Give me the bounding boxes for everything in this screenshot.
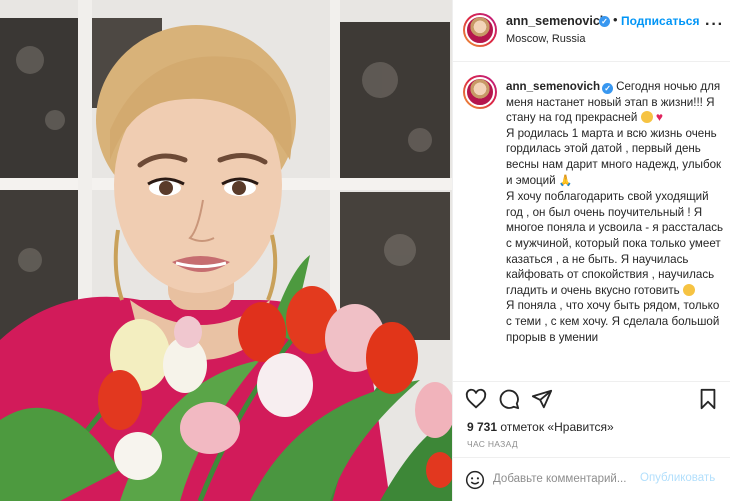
share-icon[interactable] — [531, 388, 553, 415]
post-location[interactable]: Moscow, Russia — [506, 33, 585, 45]
follow-button[interactable]: Подписаться — [621, 14, 699, 28]
likes-number: 9 731 — [467, 420, 498, 434]
bookmark-icon[interactable] — [698, 388, 718, 415]
caption-author-avatar[interactable] — [463, 75, 497, 109]
separator-dot: • — [613, 12, 618, 27]
author-avatar[interactable] — [463, 13, 497, 47]
heart-emoji-icon: ♥ — [655, 110, 663, 125]
praying-hands-emoji-icon: 🙏 — [558, 174, 573, 187]
laughing-emoji-icon — [640, 111, 653, 124]
caption-text-3: Я хочу поблагодарить свой уходящий год ,… — [506, 190, 724, 297]
caption-paragraph-3: Я хочу поблагодарить свой уходящий год ,… — [506, 189, 724, 298]
author-username[interactable]: ann_semenovich — [506, 14, 607, 28]
likes-label: отметок «Нравится» — [500, 420, 614, 434]
heart-icon[interactable] — [465, 388, 487, 415]
post-photo[interactable] — [0, 0, 452, 501]
caption-area[interactable]: ann_semenovich ✓ Сегодня ночью для меня на… — [453, 63, 730, 381]
caption-username[interactable]: ann_semenovich — [506, 80, 600, 93]
caption-text-2: Я родилась 1 марта и всю жизнь очень гор… — [506, 126, 722, 187]
verified-badge-icon: ✓ — [602, 83, 614, 94]
action-bar — [453, 381, 730, 419]
publish-button[interactable]: Опубликовать — [640, 472, 715, 484]
post-caption: ann_semenovich ✓ Сегодня ночью для меня на… — [506, 79, 724, 345]
comment-icon[interactable] — [498, 388, 520, 415]
more-options-icon[interactable]: ··· — [705, 16, 724, 34]
post-sidebar: ann_semenovich ✓ • Подписаться Moscow, R… — [452, 0, 730, 501]
post-header: ann_semenovich ✓ • Подписаться Moscow, R… — [453, 0, 730, 62]
caption-paragraph-1: ann_semenovich ✓ Сегодня ночью для меня на… — [506, 79, 724, 126]
smile-icon[interactable] — [465, 470, 485, 495]
caption-text-4: Я поняла , что хочу быть рядом, только с… — [506, 299, 720, 344]
comment-input[interactable] — [493, 470, 641, 488]
caption-paragraph-2: Я родилась 1 марта и всю жизнь очень гор… — [506, 126, 724, 189]
verified-badge-icon: ✓ — [599, 16, 610, 27]
caption-paragraph-4: Я поняла , что хочу быть рядом, только с… — [506, 298, 724, 345]
smiling-emoji-icon — [682, 283, 695, 296]
likes-count[interactable]: 9 731 отметок «Нравится» — [467, 420, 614, 434]
comment-bar: Опубликовать — [453, 457, 730, 501]
post-timestamp[interactable]: ЧАС НАЗАД — [467, 439, 518, 449]
